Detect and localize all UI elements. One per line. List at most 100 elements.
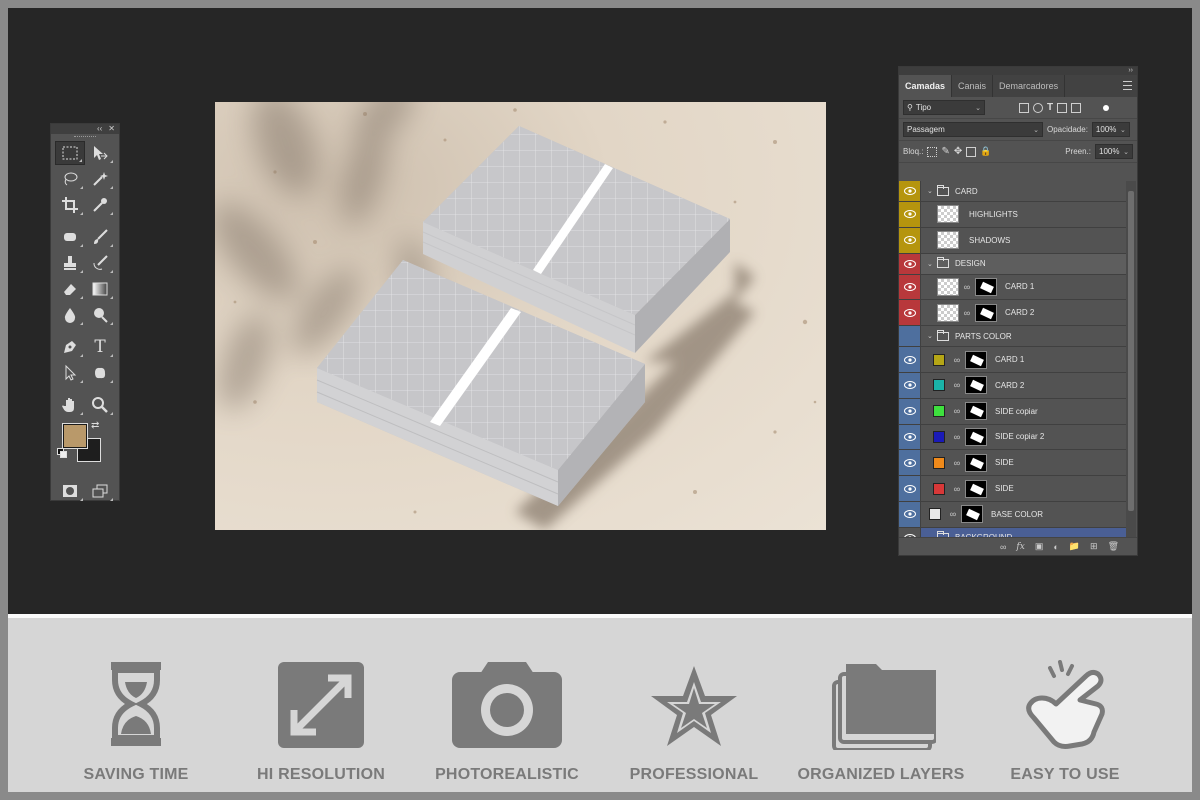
visibility-eye-icon[interactable] bbox=[899, 300, 921, 326]
move-icon[interactable] bbox=[85, 141, 115, 165]
document-canvas[interactable] bbox=[215, 102, 826, 530]
type-icon[interactable]: T bbox=[85, 335, 115, 359]
eyedropper-icon[interactable] bbox=[85, 193, 115, 217]
panel-menu-icon[interactable] bbox=[1123, 81, 1132, 90]
layer-mask-thumbnail[interactable] bbox=[965, 427, 987, 446]
lock-image-icon[interactable]: ✎ bbox=[941, 146, 949, 157]
layer-row[interactable]: HIGHLIGHTS bbox=[899, 202, 1126, 228]
tab-canais[interactable]: Canais bbox=[952, 75, 994, 97]
quick-mask-icon[interactable] bbox=[55, 479, 85, 503]
link-icon[interactable]: ∞ bbox=[1000, 542, 1006, 552]
link-icon[interactable]: ∞ bbox=[953, 458, 961, 468]
layer-mask-thumbnail[interactable] bbox=[965, 479, 987, 498]
visibility-eye-icon[interactable] bbox=[899, 181, 921, 201]
screen-mode-icon[interactable] bbox=[85, 479, 115, 503]
layer-row[interactable]: ∞ SIDE bbox=[899, 450, 1126, 477]
layer-mask-thumbnail[interactable] bbox=[965, 350, 987, 369]
visibility-eye-icon[interactable] bbox=[899, 372, 921, 398]
visibility-eye-icon[interactable] bbox=[899, 202, 921, 227]
visibility-eye-icon[interactable] bbox=[899, 450, 921, 476]
fill-color-swatch[interactable] bbox=[929, 508, 941, 521]
layer-row[interactable]: SHADOWS bbox=[899, 227, 1126, 254]
filter-kind-select[interactable]: ⚲ Tipo ⌄ bbox=[903, 100, 985, 115]
layer-mask-thumbnail[interactable] bbox=[975, 277, 997, 296]
panel-expand-icon[interactable]: ›› bbox=[899, 67, 1137, 75]
rectangular-marquee-icon[interactable] bbox=[55, 141, 85, 165]
layer-row[interactable]: ∞ SIDE copiar 2 bbox=[899, 424, 1126, 451]
group-icon[interactable]: 📁 bbox=[1069, 541, 1080, 552]
filter-shape-icon[interactable] bbox=[1057, 102, 1068, 113]
path-selection-icon[interactable] bbox=[55, 361, 85, 385]
link-icon[interactable]: ∞ bbox=[949, 509, 957, 519]
layer-row[interactable]: ∞ CARD 1 bbox=[899, 347, 1126, 373]
layer-mask-thumbnail[interactable] bbox=[961, 505, 983, 524]
swap-colors-icon[interactable]: ⇄ bbox=[91, 420, 99, 431]
layer-row[interactable]: ∞ SIDE copiar bbox=[899, 398, 1126, 425]
link-icon[interactable]: ∞ bbox=[953, 355, 961, 365]
dodge-icon[interactable] bbox=[85, 303, 115, 327]
layer-row[interactable]: ∞ CARD 2 bbox=[899, 300, 1126, 327]
link-icon[interactable]: ∞ bbox=[953, 484, 961, 494]
close-icon[interactable]: ✕ bbox=[108, 125, 115, 133]
blend-mode-select[interactable]: Passagem ⌄ bbox=[903, 122, 1043, 137]
lock-position-icon[interactable]: ✥ bbox=[954, 146, 962, 157]
eraser-icon[interactable] bbox=[55, 277, 85, 301]
visibility-eye-icon[interactable] bbox=[899, 347, 921, 372]
blur-icon[interactable] bbox=[55, 303, 85, 327]
tab-camadas[interactable]: Camadas bbox=[899, 75, 953, 97]
visibility-eye-icon[interactable] bbox=[899, 476, 921, 501]
layer-mask-thumbnail[interactable] bbox=[965, 402, 987, 421]
visibility-eye-icon[interactable] bbox=[899, 274, 921, 300]
layer-group-row[interactable]: ⌄ PARTS COLOR bbox=[899, 326, 1126, 348]
visibility-eye-icon[interactable] bbox=[899, 253, 921, 274]
layer-group-row[interactable]: ⌄ DESIGN bbox=[899, 253, 1126, 275]
fill-field[interactable]: 100% ⌄ bbox=[1095, 144, 1133, 159]
brush-icon[interactable] bbox=[85, 225, 115, 249]
link-icon[interactable]: ∞ bbox=[963, 308, 971, 318]
history-brush-icon[interactable] bbox=[85, 251, 115, 275]
visibility-eye-icon[interactable] bbox=[899, 424, 921, 450]
filter-toggle-icon[interactable] bbox=[1103, 104, 1110, 111]
foreground-color-swatch[interactable] bbox=[62, 423, 88, 449]
filter-pixel-icon[interactable] bbox=[1019, 102, 1029, 113]
custom-shape-icon[interactable] bbox=[85, 361, 115, 385]
mask-icon[interactable]: ▣ bbox=[1035, 541, 1044, 552]
new-layer-icon[interactable]: ⊞ bbox=[1090, 541, 1098, 552]
fill-color-swatch[interactable] bbox=[933, 353, 945, 366]
layer-row[interactable]: ∞ SIDE bbox=[899, 476, 1126, 502]
filter-type-icon[interactable]: T bbox=[1047, 102, 1053, 113]
visibility-eye-icon[interactable] bbox=[899, 326, 921, 347]
chevron-down-icon[interactable]: ⌄ bbox=[927, 332, 937, 340]
fill-color-swatch[interactable] bbox=[933, 456, 945, 469]
visibility-eye-icon[interactable] bbox=[899, 398, 921, 424]
hand-icon[interactable] bbox=[55, 393, 85, 417]
default-colors-icon[interactable] bbox=[57, 448, 67, 458]
zoom-icon[interactable] bbox=[85, 393, 115, 417]
fill-color-swatch[interactable] bbox=[933, 379, 945, 392]
fill-color-swatch[interactable] bbox=[933, 405, 945, 418]
chevron-down-icon[interactable]: ⌄ bbox=[927, 187, 937, 195]
layer-group-row[interactable]: ⌄ CARD bbox=[899, 181, 1126, 202]
filter-smart-object-icon[interactable] bbox=[1071, 102, 1082, 113]
chevron-down-icon[interactable]: ⌄ bbox=[927, 260, 937, 268]
layer-row[interactable]: ∞ BASE COLOR bbox=[899, 501, 1126, 528]
clone-stamp-icon[interactable] bbox=[55, 251, 85, 275]
fill-color-swatch[interactable] bbox=[933, 430, 945, 443]
adjustment-icon[interactable]: ◐ bbox=[1053, 542, 1058, 552]
layer-mask-thumbnail[interactable] bbox=[965, 376, 987, 395]
spot-healing-icon[interactable] bbox=[55, 225, 85, 249]
fill-color-swatch[interactable] bbox=[933, 482, 945, 495]
layer-mask-thumbnail[interactable] bbox=[965, 453, 987, 472]
fx-icon[interactable]: fx bbox=[1016, 542, 1024, 552]
magic-wand-icon[interactable] bbox=[85, 167, 115, 191]
layers-scrollbar[interactable] bbox=[1126, 181, 1136, 541]
layer-mask-thumbnail[interactable] bbox=[975, 303, 997, 322]
visibility-eye-icon[interactable] bbox=[899, 501, 921, 527]
visibility-eye-icon[interactable] bbox=[899, 227, 921, 253]
lock-transparent-icon[interactable] bbox=[927, 146, 938, 157]
filter-adjustment-icon[interactable] bbox=[1033, 102, 1043, 113]
collapse-icon[interactable]: ‹‹ bbox=[97, 125, 102, 133]
crop-icon[interactable] bbox=[55, 193, 85, 217]
lasso-icon[interactable] bbox=[55, 167, 85, 191]
link-icon[interactable]: ∞ bbox=[953, 380, 961, 390]
